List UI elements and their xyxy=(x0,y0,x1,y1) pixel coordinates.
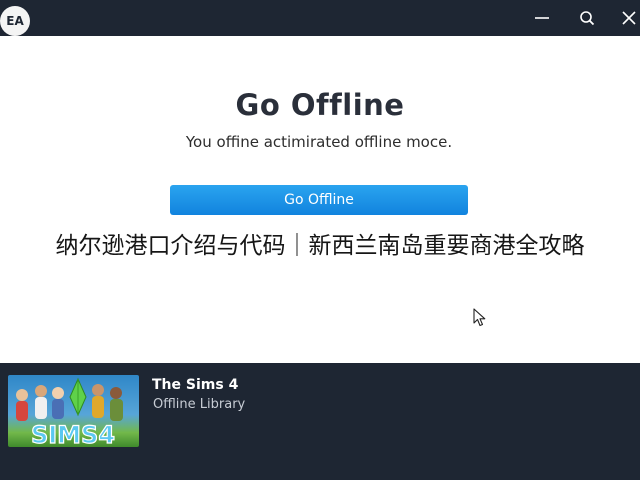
sims4-cover-image: SIMS4 xyxy=(16,377,123,447)
sims4-cover-art[interactable]: SIMS4 xyxy=(8,375,139,447)
minimize-icon xyxy=(535,17,549,19)
mouse-pointer-icon xyxy=(473,308,486,327)
close-icon xyxy=(622,11,636,25)
game-title[interactable]: The Sims 4 xyxy=(152,377,238,393)
cover-logo-text: SIMS4 xyxy=(31,421,115,447)
ea-logo: EA xyxy=(0,6,30,36)
search-button[interactable] xyxy=(576,8,598,28)
main-content: Go Offline You offine actimirated offlin… xyxy=(0,36,640,363)
offline-message: You offine actimirated offline moce. xyxy=(185,133,453,151)
search-icon xyxy=(580,11,595,26)
library-bar: SIMS4 The Sims 4 Offline Library xyxy=(0,363,640,480)
title-bar: EA xyxy=(0,0,640,36)
game-subtitle: Offline Library xyxy=(153,397,246,412)
page-title: Go Offline xyxy=(235,88,405,122)
go-offline-button[interactable]: Go Offline xyxy=(170,185,468,215)
close-button[interactable] xyxy=(618,8,640,28)
caption-text: 纳尔逊港口介绍与代码｜新西兰南岛重要商港全攻略 xyxy=(0,226,640,260)
minimize-button[interactable] xyxy=(531,8,553,28)
